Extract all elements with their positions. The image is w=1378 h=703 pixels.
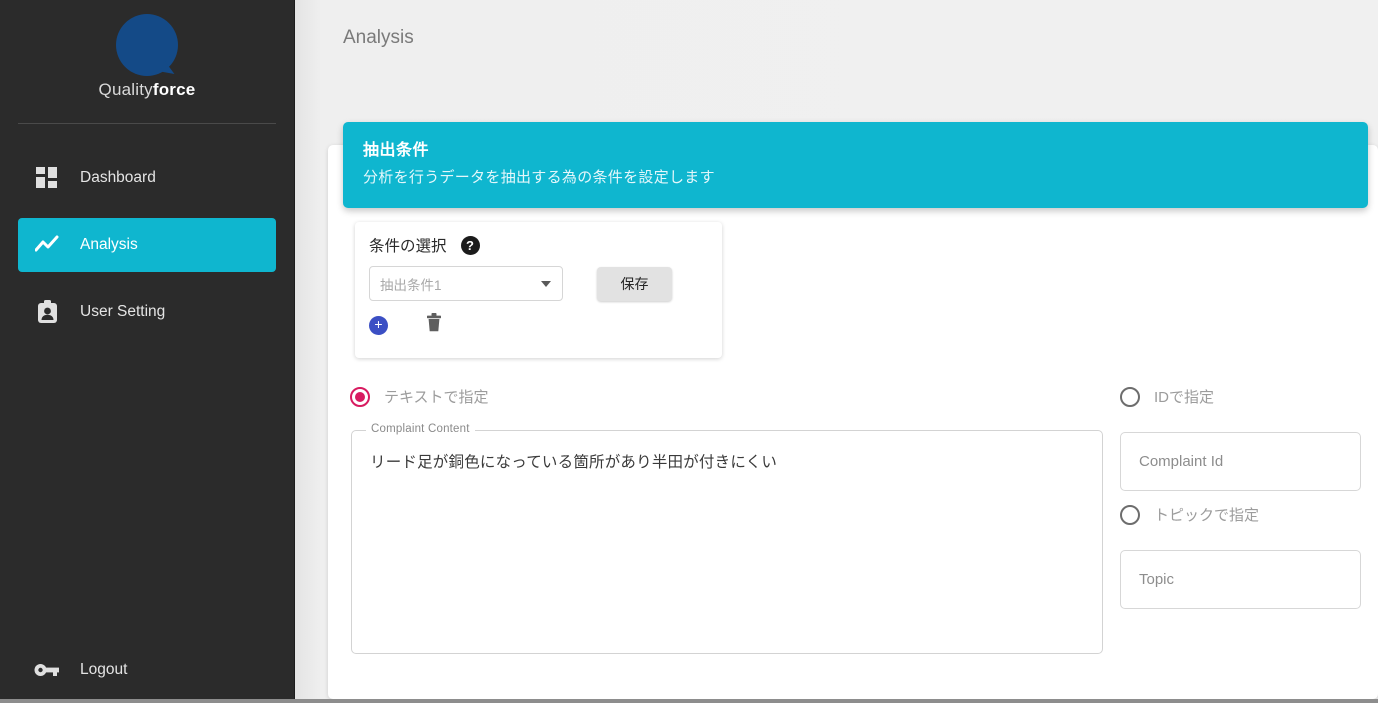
complaint-content-textarea[interactable]: Complaint Content リード足が銅色になっている箇所があり半田が付… [351, 430, 1103, 654]
plus-circle-icon[interactable]: + [369, 316, 388, 335]
grid-icon [34, 165, 60, 191]
trash-icon[interactable] [426, 313, 442, 337]
sidebar-item-analysis[interactable]: Analysis [18, 218, 276, 272]
condition-select-dropdown[interactable]: 抽出条件1 [369, 266, 563, 301]
complaint-content-value: リード足が銅色になっている箇所があり半田が付きにくい [352, 431, 1102, 472]
sidebar-item-label: Dashboard [80, 169, 156, 187]
sidebar-nav: Dashboard Analysis [0, 124, 294, 339]
bottom-divider [0, 699, 1378, 703]
topic-placeholder: Topic [1139, 571, 1174, 588]
radio-row-topic[interactable]: トピックで指定 [1120, 504, 1259, 525]
sidebar-item-label: Analysis [80, 236, 138, 254]
complaint-content-legend: Complaint Content [366, 423, 475, 435]
radio-label-topic: トピックで指定 [1154, 504, 1259, 525]
question-mark-icon[interactable]: ? [461, 236, 480, 255]
logout-label: Logout [80, 661, 127, 679]
main-content: Analysis 抽出条件 分析を行うデータを抽出する為の条件を設定します 条件… [295, 0, 1378, 703]
condition-card-header: 条件の選択 ? [355, 222, 722, 256]
sidebar-item-user-setting[interactable]: User Setting [18, 285, 276, 339]
radio-label-id: IDで指定 [1154, 386, 1214, 407]
complaint-id-input[interactable]: Complaint Id [1120, 432, 1361, 491]
app-root: Qualityforce Dashboard [0, 0, 1378, 703]
brand-name-bold: force [153, 80, 196, 99]
radio-specify-by-text[interactable] [350, 387, 370, 407]
user-badge-icon [34, 299, 60, 325]
brand-name-light: Quality [99, 80, 153, 99]
radio-specify-by-topic[interactable] [1120, 505, 1140, 525]
condition-select-row: 抽出条件1 保存 [355, 266, 722, 301]
condition-actions: + [355, 313, 722, 337]
extraction-conditions-banner: 抽出条件 分析を行うデータを抽出する為の条件を設定します [343, 122, 1368, 208]
chevron-down-icon [541, 281, 551, 287]
condition-select-value: 抽出条件1 [380, 274, 442, 294]
save-button[interactable]: 保存 [597, 267, 672, 301]
banner-title: 抽出条件 [363, 136, 1368, 160]
topic-input[interactable]: Topic [1120, 550, 1361, 609]
radio-row-id[interactable]: IDで指定 [1120, 386, 1214, 407]
key-icon [34, 657, 60, 683]
sidebar-item-dashboard[interactable]: Dashboard [18, 151, 276, 205]
brand-logo: Qualityforce [18, 0, 276, 124]
page-title: Analysis [343, 27, 414, 49]
radio-row-text[interactable]: テキストで指定 [350, 386, 489, 407]
speech-bubble-logo-icon [116, 14, 178, 76]
complaint-id-placeholder: Complaint Id [1139, 453, 1223, 470]
condition-select-card: 条件の選択 ? 抽出条件1 保存 + [355, 222, 722, 358]
banner-subtitle: 分析を行うデータを抽出する為の条件を設定します [363, 166, 1368, 187]
brand-name: Qualityforce [99, 80, 196, 100]
condition-card-title: 条件の選択 [369, 234, 447, 256]
line-chart-icon [34, 232, 60, 258]
sidebar-item-label: User Setting [80, 303, 165, 321]
logout-button[interactable]: Logout [0, 647, 294, 693]
radio-label-text: テキストで指定 [384, 386, 489, 407]
sidebar: Qualityforce Dashboard [0, 0, 295, 703]
radio-specify-by-id[interactable] [1120, 387, 1140, 407]
